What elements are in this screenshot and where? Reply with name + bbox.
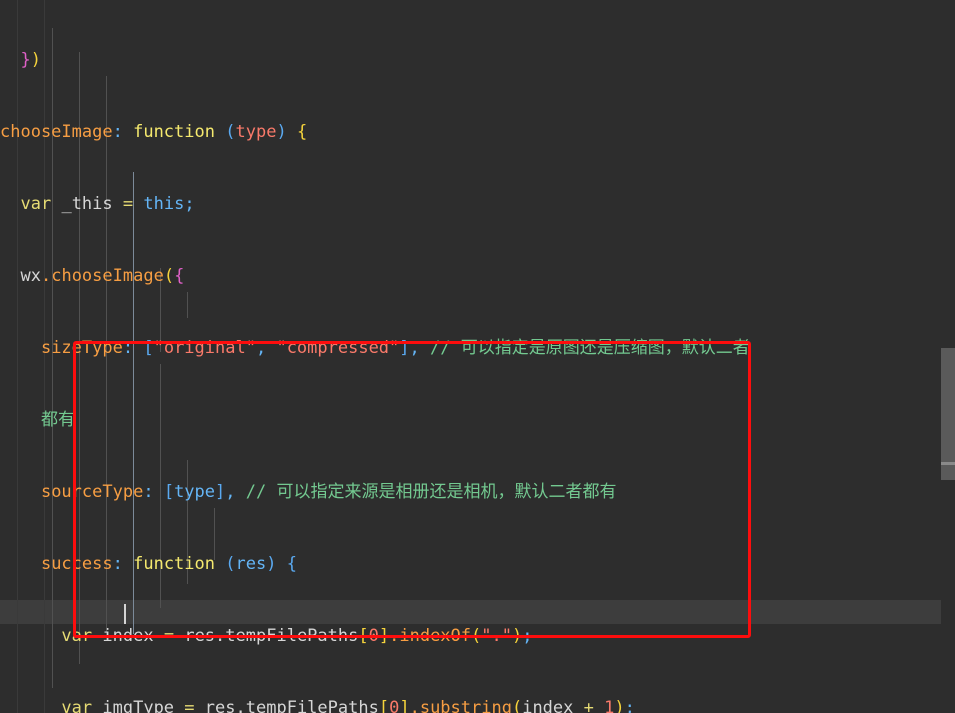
code-line: chooseImage: function (type) {: [0, 122, 308, 142]
code-line: }): [20, 50, 41, 70]
code-line: var index = res.tempFilePaths[0].indexOf…: [61, 626, 533, 646]
code-editor[interactable]: }) chooseImage: function (type) { var _t…: [0, 0, 955, 713]
code-line: 都有: [40, 410, 75, 430]
code-content[interactable]: }) chooseImage: function (type) { var _t…: [0, 0, 955, 713]
text-caret: [124, 604, 126, 624]
code-line: sourceType: [type], // 可以指定来源是相册还是相机，默认二…: [40, 482, 617, 502]
code-line: success: function (res) {: [40, 554, 297, 574]
code-line: sizeType: ["original", "compressed"], //…: [40, 338, 750, 358]
code-line: var _this = this;: [20, 194, 195, 214]
vertical-scrollbar-thumb[interactable]: [941, 348, 955, 480]
code-line: wx.chooseImage({: [20, 266, 185, 286]
scrollbar-change-marker: [941, 462, 955, 465]
code-line: var imgType = res.tempFilePaths[0].subst…: [61, 698, 635, 713]
